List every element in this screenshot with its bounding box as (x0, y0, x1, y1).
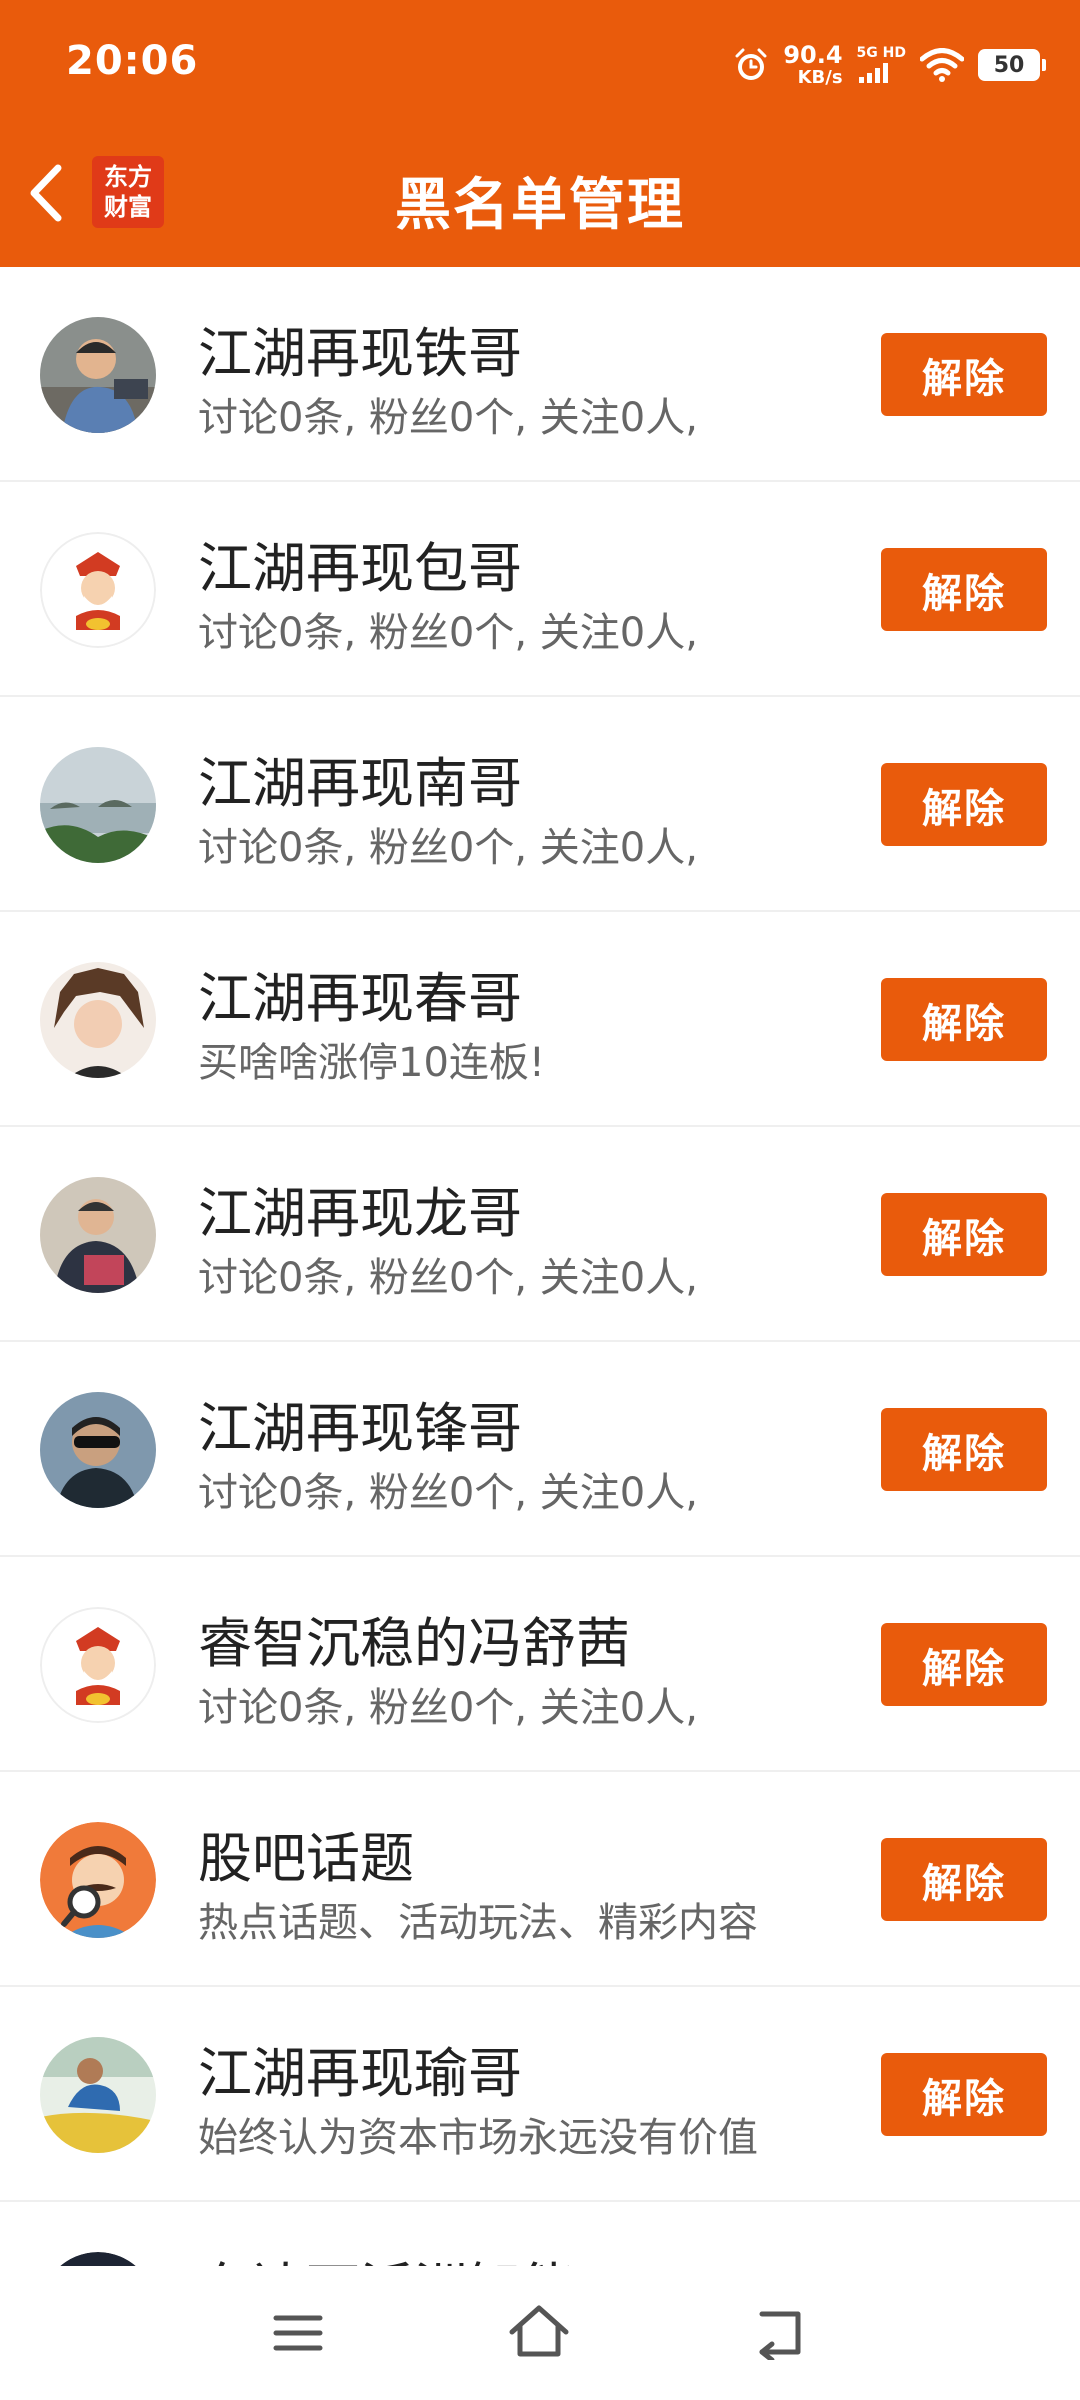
page-title: 黑名单管理 (395, 173, 685, 238)
status-time: 20:06 (66, 38, 199, 84)
wifi-icon (920, 48, 964, 82)
avatar[interactable] (40, 2037, 156, 2153)
status-icons: 90.4 KB/s 5G HD 50 (733, 40, 1046, 90)
item-desc: 讨论0条, 粉丝0个, 关注0人, (198, 395, 698, 441)
avatar[interactable] (40, 747, 156, 863)
list-item: 江湖再现铁哥 讨论0条, 粉丝0个, 关注0人, 解除 (0, 267, 1080, 482)
system-navbar (0, 2266, 1080, 2400)
item-name: 江湖再现锋哥 (198, 1397, 522, 1460)
avatar[interactable] (40, 317, 156, 433)
menu-icon[interactable] (270, 2308, 326, 2358)
avatar[interactable] (40, 532, 156, 648)
list-item: 江湖再现龙哥 讨论0条, 粉丝0个, 关注0人, 解除 (0, 1127, 1080, 1342)
unblock-button[interactable]: 解除 (881, 333, 1047, 416)
unblock-button[interactable]: 解除 (881, 763, 1047, 846)
list-item: 江湖再现包哥 讨论0条, 粉丝0个, 关注0人, 解除 (0, 482, 1080, 697)
return-icon[interactable] (752, 2306, 808, 2360)
list-item: 江湖再现瑜哥 始终认为资本市场永远没有价值 解除 (0, 1987, 1080, 2202)
unblock-button[interactable]: 解除 (881, 1193, 1047, 1276)
item-name: 睿智沉稳的冯舒茜 (198, 1612, 630, 1675)
item-name: 江湖再现包哥 (198, 537, 522, 600)
blacklist: 江湖再现铁哥 讨论0条, 粉丝0个, 关注0人, 解除 江湖再现包哥 讨论0条,… (0, 267, 1080, 2266)
avatar[interactable] (40, 962, 156, 1078)
item-name: 股吧话题 (198, 1827, 414, 1890)
signal-icon (858, 63, 888, 83)
list-item: 股吧话题 热点话题、活动玩法、精彩内容 解除 (0, 1772, 1080, 1987)
item-name: 江湖再现春哥 (198, 967, 522, 1030)
item-name: 东达下派洲智能 (198, 2244, 576, 2266)
network-speed: 90.4 KB/s (783, 43, 842, 87)
avatar[interactable] (40, 1392, 156, 1508)
item-desc: 讨论0条, 粉丝0个, 关注0人, (198, 610, 698, 656)
item-desc: 讨论0条, 粉丝0个, 关注0人, (198, 1685, 698, 1731)
unblock-button[interactable]: 解除 (881, 1408, 1047, 1491)
list-item: 江湖再现南哥 讨论0条, 粉丝0个, 关注0人, 解除 (0, 697, 1080, 912)
list-item: 江湖再现春哥 买啥啥涨停10连板! 解除 (0, 912, 1080, 1127)
avatar[interactable] (40, 1607, 156, 1723)
battery-indicator: 50 (978, 49, 1046, 81)
unblock-button[interactable]: 解除 (881, 1838, 1047, 1921)
app-header: 20:06 90.4 KB/s 5G HD 50 东方 财富 黑名单管理 (0, 0, 1080, 267)
item-desc: 始终认为资本市场永远没有价值 (198, 2115, 758, 2161)
network-speed-unit: KB/s (797, 67, 843, 88)
list-item: 江湖再现锋哥 讨论0条, 粉丝0个, 关注0人, 解除 (0, 1342, 1080, 1557)
list-item: 睿智沉稳的冯舒茜 讨论0条, 粉丝0个, 关注0人, 解除 (0, 1557, 1080, 1772)
avatar[interactable] (40, 1822, 156, 1938)
avatar[interactable] (40, 2252, 156, 2266)
item-desc: 讨论0条, 粉丝0个, 关注0人, (198, 1255, 698, 1301)
unblock-button[interactable]: 解除 (881, 978, 1047, 1061)
avatar[interactable] (40, 1177, 156, 1293)
unblock-button[interactable]: 解除 (881, 1623, 1047, 1706)
unblock-button[interactable]: 解除 (881, 548, 1047, 631)
item-name: 江湖再现南哥 (198, 752, 522, 815)
item-desc: 讨论0条, 粉丝0个, 关注0人, (198, 825, 698, 871)
alarm-icon (735, 48, 767, 80)
network-speed-value: 90.4 (783, 41, 843, 69)
item-name: 江湖再现瑜哥 (198, 2042, 522, 2105)
item-name: 江湖再现龙哥 (198, 1182, 522, 1245)
unblock-button[interactable]: 解除 (881, 2053, 1047, 2136)
item-name: 江湖再现铁哥 (198, 322, 522, 385)
home-icon[interactable] (506, 2302, 572, 2360)
item-desc: 热点话题、活动玩法、精彩内容 (198, 1900, 758, 1946)
item-desc: 买啥啥涨停10连板! (198, 1040, 545, 1086)
network-type-label: 5G HD (856, 45, 906, 61)
item-desc: 讨论0条, 粉丝0个, 关注0人, (198, 1470, 698, 1516)
network-type: 5G HD (857, 46, 906, 84)
list-item: 东达下派洲智能 解除 (0, 2202, 1080, 2266)
